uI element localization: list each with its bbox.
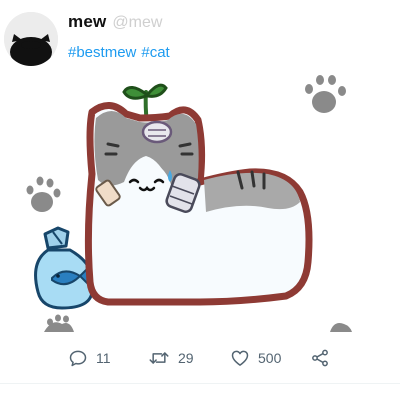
divider xyxy=(0,383,400,384)
tweet-text: #bestmew #cat xyxy=(68,44,170,61)
retweet-count: 29 xyxy=(178,350,194,366)
heart-icon xyxy=(231,350,249,366)
reply-count: 11 xyxy=(96,350,111,366)
fish-bag-icon xyxy=(34,226,95,310)
cat-illustration xyxy=(26,75,352,332)
tweet-actions: 11 29 500 xyxy=(0,346,400,374)
like-button[interactable]: 500 xyxy=(230,348,281,368)
tweet-card: mew @mew #bestmew #cat 11 29 500 xyxy=(0,0,400,400)
retweet-button[interactable]: 29 xyxy=(148,348,194,368)
share-button[interactable] xyxy=(310,348,330,368)
like-count: 500 xyxy=(258,350,282,366)
paw-print-icon xyxy=(305,75,346,113)
paw-print-icon xyxy=(44,314,74,332)
hashtag-bestmew[interactable]: #bestmew xyxy=(68,44,136,61)
reply-icon xyxy=(69,350,87,367)
reply-button[interactable]: 11 xyxy=(68,348,111,368)
cat-body xyxy=(84,102,313,306)
user-handle[interactable]: @mew xyxy=(112,14,162,32)
paw-print-icon xyxy=(26,176,61,212)
tweet-image[interactable] xyxy=(0,62,400,340)
paw-print-icon xyxy=(330,323,352,332)
cat-avatar-icon xyxy=(4,12,58,66)
author-row: mew @mew xyxy=(68,12,162,32)
share-icon xyxy=(312,349,328,367)
hashtag-cat[interactable]: #cat xyxy=(141,44,169,61)
avatar[interactable] xyxy=(4,12,58,66)
display-name[interactable]: mew xyxy=(68,12,106,32)
retweet-icon xyxy=(149,352,169,364)
